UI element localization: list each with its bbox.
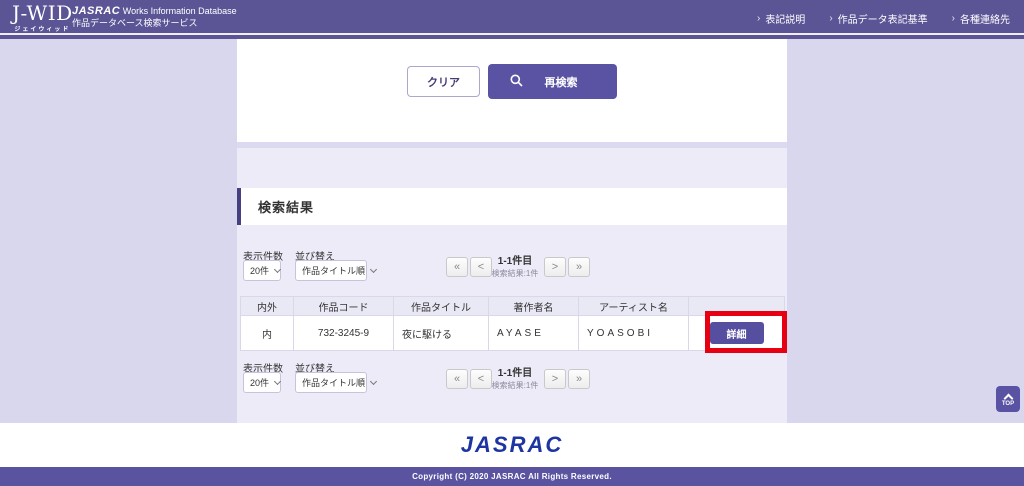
nav-label: 作品データ表記基準 bbox=[838, 11, 928, 26]
pagination-info: 1-1件目 検索結果:1件 bbox=[480, 252, 550, 279]
results-table: 内外 作品コード 作品タイトル 著作者名 アーティスト名 内 732-3245-… bbox=[240, 296, 785, 351]
table-row: 内 732-3245-9 夜に駆ける AYASE YOASOBI 詳細 bbox=[241, 316, 784, 350]
brand-sub: Works Information Database bbox=[123, 6, 237, 16]
sort-value: 作品タイトル順 bbox=[302, 264, 365, 277]
back-to-top-button[interactable]: TOP bbox=[996, 386, 1020, 412]
chevron-right-icon: › bbox=[829, 13, 832, 24]
sort-value: 作品タイトル順 bbox=[302, 376, 365, 389]
table-header-row: 内外 作品コード 作品タイトル 著作者名 アーティスト名 bbox=[241, 297, 784, 316]
card-shadow-strip bbox=[237, 142, 787, 148]
cell-work-code: 732-3245-9 bbox=[294, 316, 394, 350]
header-nav: › 表記説明 › 作品データ表記基準 › 各種連絡先 bbox=[757, 11, 1010, 26]
col-header-artist: アーティスト名 bbox=[579, 297, 689, 316]
chevron-down-icon bbox=[274, 265, 281, 272]
pagination-info-bottom: 1-1件目 検索結果:1件 bbox=[480, 364, 550, 391]
search-icon bbox=[510, 74, 523, 90]
results-title: 検索結果 bbox=[241, 197, 314, 216]
sort-select-bottom[interactable]: 作品タイトル順 bbox=[295, 372, 367, 393]
cell-artist: YOASOBI bbox=[579, 316, 689, 350]
pagination-last-button-bottom[interactable]: » bbox=[568, 369, 590, 389]
header: J-WID ジェイウィッド JASRAC Works Information D… bbox=[0, 0, 1024, 33]
jwid-logo[interactable]: J-WID ジェイウィッド bbox=[12, 3, 73, 33]
pagination-next-button-bottom[interactable]: > bbox=[544, 369, 566, 389]
research-button-label: 再検索 bbox=[523, 74, 599, 90]
nav-item-notation-help[interactable]: › 表記説明 bbox=[757, 11, 805, 26]
pagination-first-button-bottom[interactable]: « bbox=[446, 369, 468, 389]
results-title-bar: 検索結果 bbox=[237, 188, 787, 225]
brand-service-name: 作品データベース検索サービス bbox=[72, 18, 237, 29]
nav-item-contacts[interactable]: › 各種連絡先 bbox=[952, 11, 1010, 26]
cell-naigai: 内 bbox=[241, 316, 294, 350]
col-header-action bbox=[689, 297, 784, 316]
display-count-select-bottom[interactable]: 20件 bbox=[243, 372, 281, 393]
pagination-first-button[interactable]: « bbox=[446, 257, 468, 277]
display-count-value: 20件 bbox=[250, 264, 269, 277]
col-header-naigai: 内外 bbox=[241, 297, 294, 316]
detail-button[interactable]: 詳細 bbox=[710, 322, 764, 344]
research-button[interactable]: 再検索 bbox=[488, 64, 617, 99]
cell-action: 詳細 bbox=[689, 316, 784, 350]
clear-button[interactable]: クリア bbox=[407, 66, 480, 97]
nav-label: 各種連絡先 bbox=[960, 11, 1010, 26]
jwid-logo-text: J-WID bbox=[12, 3, 73, 23]
chevron-right-icon: › bbox=[952, 13, 955, 24]
display-count-select[interactable]: 20件 bbox=[243, 260, 281, 281]
cell-author: AYASE bbox=[489, 316, 579, 350]
copyright-text: Copyright (C) 2020 JASRAC All Rights Res… bbox=[412, 472, 612, 481]
pagination-next-button[interactable]: > bbox=[544, 257, 566, 277]
page: J-WID ジェイウィッド JASRAC Works Information D… bbox=[0, 0, 1024, 486]
pagination-total: 検索結果:1件 bbox=[480, 380, 550, 391]
pagination-last-button[interactable]: » bbox=[568, 257, 590, 277]
pagination-range: 1-1件目 bbox=[480, 252, 550, 267]
chevron-down-icon bbox=[274, 377, 281, 384]
chevron-right-icon: › bbox=[757, 13, 760, 24]
copyright-bar: Copyright (C) 2020 JASRAC All Rights Res… bbox=[0, 467, 1024, 486]
jasrac-wordmark: JASRAC bbox=[72, 5, 120, 17]
cell-work-title: 夜に駆ける bbox=[394, 316, 489, 350]
jasrac-footer-logo[interactable]: JASRAC bbox=[461, 432, 563, 458]
brand-block: JASRAC Works Information Database 作品データベ… bbox=[72, 6, 237, 29]
col-header-author: 著作者名 bbox=[489, 297, 579, 316]
col-header-work-code: 作品コード bbox=[294, 297, 394, 316]
jwid-logo-kana: ジェイウィッド bbox=[12, 24, 73, 33]
pagination-total: 検索結果:1件 bbox=[480, 268, 550, 279]
col-header-work-title: 作品タイトル bbox=[394, 297, 489, 316]
brand-line1: JASRAC Works Information Database bbox=[72, 6, 237, 17]
footer: JASRAC bbox=[0, 423, 1024, 467]
sort-select[interactable]: 作品タイトル順 bbox=[295, 260, 367, 281]
nav-label: 表記説明 bbox=[765, 11, 805, 26]
display-count-value: 20件 bbox=[250, 376, 269, 389]
nav-item-data-standards[interactable]: › 作品データ表記基準 bbox=[829, 11, 927, 26]
pagination-range: 1-1件目 bbox=[480, 364, 550, 379]
